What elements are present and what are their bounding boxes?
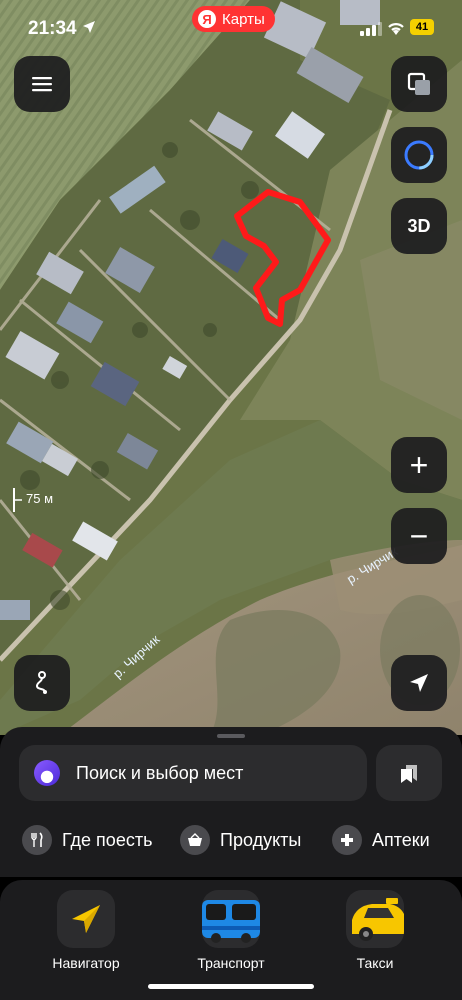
- bookmarks-icon: [401, 765, 417, 783]
- bookmarks-button[interactable]: [376, 745, 442, 801]
- alice-assistant-icon[interactable]: [34, 760, 60, 786]
- bottom-sheet[interactable]: Поиск и выбор мест Где поесть Продукты А…: [0, 727, 462, 877]
- alice-icon: [404, 140, 434, 170]
- location-arrow-icon: [410, 674, 428, 692]
- signal-icon: [360, 22, 382, 36]
- brand-logo: Я: [198, 10, 216, 28]
- battery-indicator: 41: [410, 19, 434, 35]
- menu-icon: [32, 77, 52, 92]
- chip-pharmacy[interactable]: Аптеки: [332, 823, 430, 857]
- status-time: 21:34: [28, 18, 77, 39]
- tab-transport[interactable]: Транспорт: [176, 890, 286, 971]
- zoom-out-button[interactable]: −: [391, 508, 447, 564]
- my-location-button[interactable]: [391, 655, 447, 711]
- layers-button[interactable]: [391, 56, 447, 112]
- sheet-grabber[interactable]: [217, 734, 245, 738]
- tab-taxi[interactable]: Такси: [320, 890, 430, 971]
- layers-icon: [407, 72, 430, 95]
- tab-taxi-label: Такси: [356, 955, 394, 971]
- cutlery-icon: [22, 825, 52, 855]
- taxi-car-icon: [346, 890, 404, 948]
- search-placeholder: Поиск и выбор мест: [76, 762, 244, 783]
- chip-food-label: Где поесть: [62, 829, 153, 850]
- brand-pill: Я Карты: [192, 6, 275, 32]
- satellite-map[interactable]: 75 м р. Чирчик р. Чирчик: [0, 0, 462, 735]
- route-button[interactable]: [14, 655, 70, 711]
- chip-pharmacy-label: Аптеки: [372, 829, 430, 850]
- alice-button[interactable]: [391, 127, 447, 183]
- zoom-in-button[interactable]: +: [391, 437, 447, 493]
- category-chips: Где поесть Продукты Аптеки: [22, 823, 462, 857]
- navigator-arrow-icon: [57, 890, 115, 948]
- tab-transport-label: Транспорт: [197, 955, 265, 971]
- route-icon: [35, 671, 47, 694]
- wifi-icon: [388, 23, 404, 35]
- scale-label: 75 м: [26, 491, 54, 506]
- status-bar: 21:34 Я Карты 41: [0, 0, 462, 56]
- tab-navigator-label: Навигатор: [52, 955, 120, 971]
- plus-icon: +: [409, 447, 429, 483]
- menu-button[interactable]: [14, 56, 70, 112]
- bus-icon: [202, 890, 260, 948]
- home-indicator[interactable]: [148, 984, 314, 989]
- brand-name: Карты: [222, 10, 265, 28]
- pharmacy-cross-icon: [332, 825, 362, 855]
- chip-groceries-label: Продукты: [220, 829, 302, 850]
- location-services-icon: [83, 21, 95, 33]
- tab-navigator[interactable]: Навигатор: [31, 890, 141, 971]
- chip-groceries[interactable]: Продукты: [180, 823, 301, 857]
- minus-icon: −: [409, 518, 429, 554]
- search-bar[interactable]: Поиск и выбор мест: [19, 745, 367, 801]
- chip-food[interactable]: Где поесть: [22, 823, 152, 857]
- 3d-button[interactable]: 3D: [391, 198, 447, 254]
- services-tab-bar: Навигатор Транспорт Такси: [0, 880, 462, 1000]
- basket-icon: [180, 825, 210, 855]
